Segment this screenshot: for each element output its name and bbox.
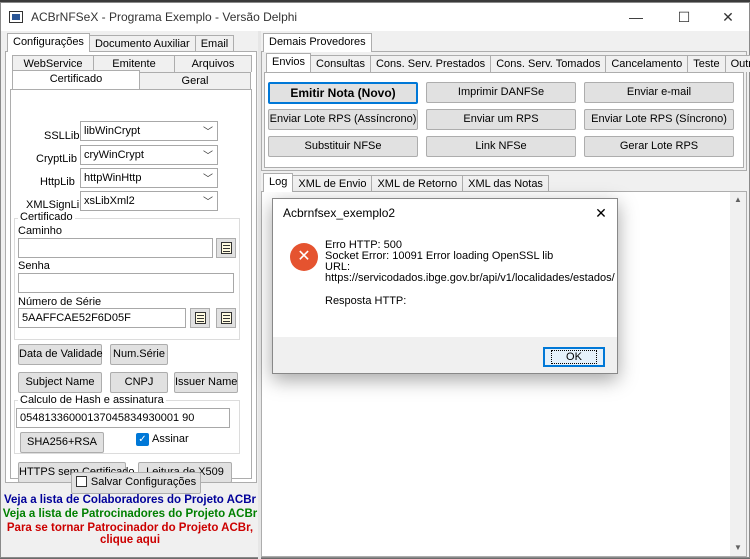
- salvar-configuracoes-label: Salvar Configurações: [90, 476, 197, 488]
- tab-xml-envio[interactable]: XML de Envio: [292, 175, 373, 192]
- cryptlib-label: CryptLib: [36, 153, 77, 165]
- window-title: ACBrNFSeX - Programa Exemplo - Versão De…: [31, 10, 298, 24]
- ok-label: OK: [551, 350, 597, 364]
- tab-email[interactable]: Email: [194, 35, 235, 52]
- tab-documento-auxiliar[interactable]: Documento Auxiliar: [88, 35, 196, 52]
- config-tabs: Configurações Documento Auxiliar Email: [7, 33, 235, 52]
- caminho-label: Caminho: [18, 225, 63, 237]
- error-icon: ✕: [290, 243, 318, 271]
- error-line-4: https://servicodados.ibge.gov.br/api/v1/…: [325, 272, 615, 284]
- ok-button[interactable]: OK: [543, 347, 605, 367]
- enviar-email-button[interactable]: Enviar e-mail: [584, 82, 734, 103]
- scroll-up-icon[interactable]: ▲: [730, 192, 746, 208]
- tab-envios[interactable]: Envios: [266, 53, 312, 72]
- tab-cons-serv-tomados[interactable]: Cons. Serv. Tomados: [490, 55, 607, 72]
- tab-cancelamento[interactable]: Cancelamento: [605, 55, 689, 72]
- dialog-title: Acbrnfsex_exemplo2: [283, 206, 396, 220]
- document-icon: [220, 242, 232, 254]
- tab-demais-provedores[interactable]: Demais Provedores: [263, 33, 372, 52]
- subject-name-button[interactable]: Subject Name: [18, 372, 102, 393]
- clique-aqui-link[interactable]: clique aqui: [1, 534, 259, 546]
- caminho-input[interactable]: [18, 238, 213, 258]
- gerar-lote-rps-button[interactable]: Gerar Lote RPS: [584, 136, 734, 157]
- tab-teste[interactable]: Teste: [687, 55, 726, 72]
- maximize-button[interactable]: ☐: [661, 3, 707, 31]
- httplib-label: HttpLib: [40, 176, 75, 188]
- assinar-checkbox[interactable]: ✓: [136, 433, 149, 446]
- scroll-down-icon[interactable]: ▼: [730, 540, 746, 556]
- tab-certificado[interactable]: Certificado: [12, 70, 140, 89]
- error-line-5: Resposta HTTP:: [325, 295, 407, 307]
- data-validade-button[interactable]: Data de Validade: [18, 344, 103, 365]
- document-icon: [220, 312, 232, 324]
- assinar-label: Assinar: [152, 433, 189, 445]
- app-icon: [9, 11, 23, 23]
- issuer-name-button[interactable]: Issuer Name: [174, 372, 238, 393]
- cryptlib-select[interactable]: cryWinCrypt ﹀: [80, 145, 218, 165]
- log-scrollbar[interactable]: ▲ ▼: [730, 192, 746, 556]
- chevron-down-icon: ﹀: [203, 127, 213, 138]
- link-nfse-button[interactable]: Link NFSe: [426, 136, 576, 157]
- chevron-down-icon: ﹀: [203, 151, 213, 162]
- title-bar: ACBrNFSeX - Programa Exemplo - Versão De…: [1, 3, 749, 31]
- numero-serie-label: Número de Série: [18, 296, 102, 308]
- imprimir-danfse-button[interactable]: Imprimir DANFSe: [426, 82, 576, 103]
- log-tabs: Log XML de Envio XML de Retorno XML das …: [263, 173, 549, 192]
- ssllib-label: SSLLib: [44, 130, 80, 142]
- tab-cons-serv-prestados[interactable]: Cons. Serv. Prestados: [369, 55, 492, 72]
- hash-input[interactable]: 05481336000137045834930001 90: [16, 408, 230, 428]
- enviar-lote-sincrono-button[interactable]: Enviar Lote RPS (Síncrono): [584, 109, 734, 130]
- select-certificate-button[interactable]: [190, 308, 210, 328]
- tab-arquivos[interactable]: Arquivos: [174, 55, 252, 72]
- patrocinadores-link[interactable]: Veja a lista de Patrocinadores do Projet…: [1, 508, 259, 520]
- document-icon: [194, 312, 206, 324]
- ssllib-select[interactable]: libWinCrypt ﹀: [80, 121, 218, 141]
- xmlsignlib-label: XMLSignLib: [26, 199, 86, 211]
- emitir-nota-button[interactable]: Emitir Nota (Novo): [268, 82, 418, 104]
- cnpj-button[interactable]: CNPJ: [110, 372, 168, 393]
- colaboradores-link[interactable]: Veja a lista de Colaboradores do Projeto…: [1, 494, 259, 506]
- senha-input[interactable]: [18, 273, 234, 293]
- xmlsignlib-select[interactable]: xsLibXml2 ﹀: [80, 191, 218, 211]
- minimize-button[interactable]: —: [613, 3, 659, 31]
- tab-outros[interactable]: Outros: [724, 55, 750, 72]
- tab-geral[interactable]: Geral: [139, 72, 251, 89]
- tab-xml-notas[interactable]: XML das Notas: [462, 175, 549, 192]
- error-dialog: Acbrnfsex_exemplo2 ✕ ✕ Erro HTTP: 500 So…: [272, 198, 618, 374]
- salvar-configuracoes-button[interactable]: Salvar Configurações: [71, 472, 201, 494]
- config-panel: WebService Emitente Arquivos Certificado…: [5, 51, 257, 483]
- enviar-um-rps-button[interactable]: Enviar um RPS: [426, 109, 576, 130]
- browse-certificate-button[interactable]: [216, 238, 236, 258]
- subtabs-row2: Certificado Geral: [12, 70, 251, 89]
- config-pane: Configurações Documento Auxiliar Email W…: [1, 31, 259, 559]
- substituir-nfse-button[interactable]: Substituir NFSe: [268, 136, 418, 157]
- certificado-group-title: Certificado: [18, 211, 75, 223]
- enviar-lote-assincrono-button[interactable]: Enviar Lote RPS (Assíncrono): [268, 109, 418, 130]
- sha256-rsa-button[interactable]: SHA256+RSA: [20, 432, 104, 453]
- chevron-down-icon: ﹀: [203, 174, 213, 185]
- dialog-title-bar: Acbrnfsex_exemplo2 ✕: [273, 199, 617, 227]
- num-serie-button[interactable]: Num.Série: [110, 344, 168, 365]
- outer-tabs: Demais Provedores: [263, 33, 372, 52]
- httplib-select[interactable]: httpWinHttp ﹀: [80, 168, 218, 188]
- save-icon: [75, 476, 87, 487]
- dialog-close-button[interactable]: ✕: [591, 203, 611, 223]
- provider-panel: Envios Consultas Cons. Serv. Prestados C…: [261, 51, 750, 171]
- tab-configuracoes[interactable]: Configurações: [7, 33, 90, 52]
- list-certificates-button[interactable]: [216, 308, 236, 328]
- senha-label: Senha: [18, 260, 50, 272]
- operation-tabs: Envios Consultas Cons. Serv. Prestados C…: [266, 53, 750, 72]
- dialog-body: ✕ Erro HTTP: 500 Socket Error: 10091 Err…: [273, 227, 617, 337]
- numero-serie-input[interactable]: 5AAFFCAE52F6D05F: [18, 308, 186, 328]
- chevron-down-icon: ﹀: [203, 197, 213, 208]
- tornar-patrocinador-link[interactable]: Para se tornar Patrocinador do Projeto A…: [1, 522, 259, 534]
- hash-group-title: Calculo de Hash e assinatura: [18, 394, 166, 406]
- tab-xml-retorno[interactable]: XML de Retorno: [371, 175, 464, 192]
- error-line-2: Socket Error: 10091 Error loading OpenSS…: [325, 250, 554, 262]
- close-button[interactable]: ✕: [705, 3, 750, 31]
- tab-consultas[interactable]: Consultas: [310, 55, 371, 72]
- tab-log[interactable]: Log: [263, 173, 294, 192]
